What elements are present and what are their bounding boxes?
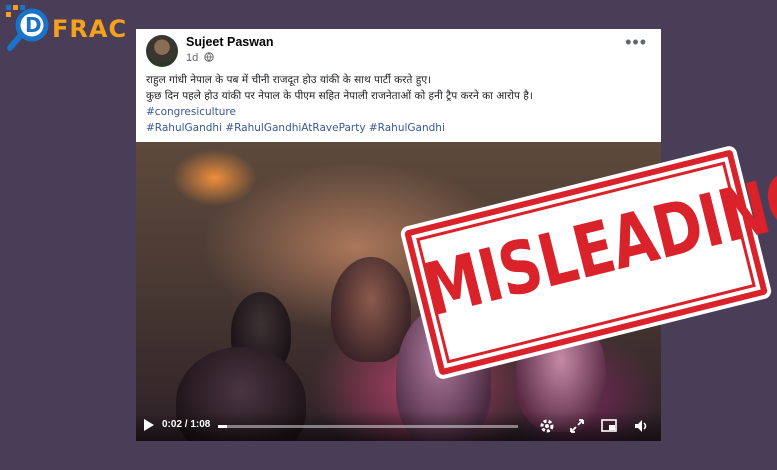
video-controls: 0:02 / 1:08 [136,411,661,441]
hashtag-line-1[interactable]: #congresiculture [146,104,651,120]
post-line-1: राहुल गांधी नेपाल के पब में चीनी राजदूत … [146,74,432,86]
picture-in-picture-icon[interactable] [600,417,618,435]
post-line-2: कुछ दिन पहले होउ यांकी पर नेपाल के पीएम … [146,90,533,102]
crowd-figure [331,257,411,362]
hashtag-line-2[interactable]: #RahulGandhi #RahulGandhiAtRaveParty #Ra… [146,120,651,136]
avatar[interactable] [146,35,178,67]
logo-text: FRAC [52,15,128,43]
video-time: 0:02 / 1:08 [162,419,211,430]
post-author[interactable]: Sujeet Paswan [186,35,274,49]
post-time[interactable]: 1d [186,52,198,64]
magnifier-logo-icon: D [6,5,49,51]
svg-text:D: D [25,13,42,37]
play-icon[interactable] [144,419,154,431]
post-meta: 1d [186,52,215,64]
globe-icon [204,52,215,62]
video-progress-fill [218,425,227,428]
frac-logo: D FRAC [4,3,136,51]
video-progress-bar[interactable] [218,425,518,428]
more-options-button[interactable]: ••• [625,33,647,51]
post-text: राहुल गांधी नेपाल के पब में चीनी राजदूत … [146,72,651,136]
settings-icon[interactable] [538,417,556,435]
expand-icon[interactable] [568,417,586,435]
volume-icon[interactable] [632,417,650,435]
